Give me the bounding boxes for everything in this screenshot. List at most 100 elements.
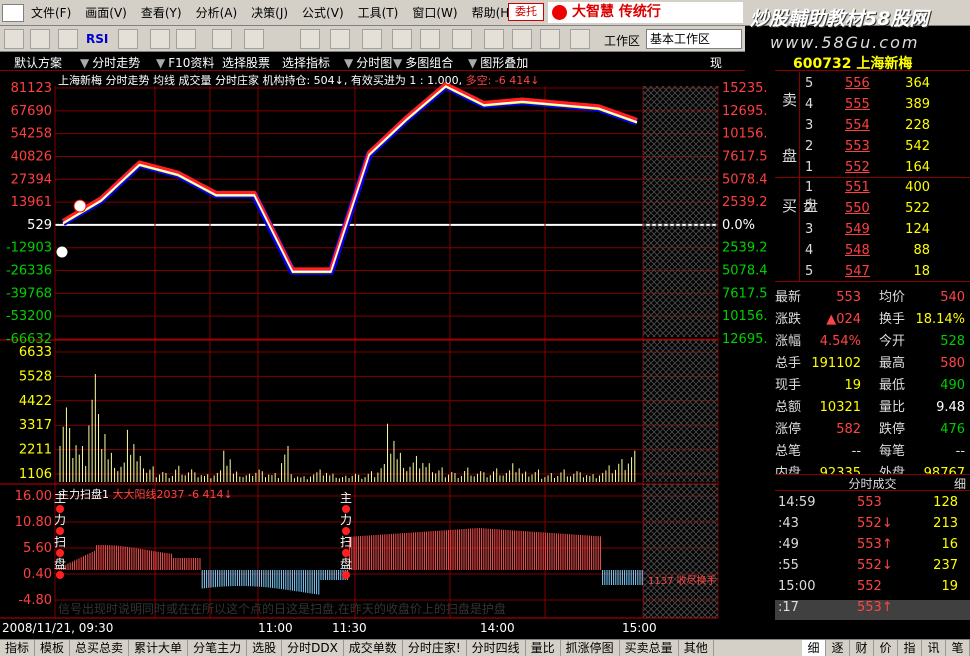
axis-label: 6633 <box>19 345 52 360</box>
arrow-icon[interactable] <box>150 29 170 49</box>
bottom-tab[interactable]: 指标 <box>0 640 36 656</box>
side-tab[interactable]: 讯 <box>922 640 946 656</box>
menu-file[interactable]: 文件(F) <box>24 4 78 21</box>
side-tab[interactable]: 细 <box>802 640 826 656</box>
help-icon[interactable] <box>570 29 590 49</box>
trade-row[interactable]: :17 553↑ <box>775 600 970 620</box>
books-icon[interactable] <box>540 29 560 49</box>
side-tab[interactable]: 财 <box>850 640 874 656</box>
orderbook-row[interactable]: 1 552 164 <box>775 160 970 181</box>
indicator-label: 扫 <box>54 535 66 549</box>
trade-row[interactable]: :49 553↑ 16 <box>775 537 970 557</box>
orderbook-row[interactable]: 3 554 228 <box>775 118 970 139</box>
window-icon[interactable] <box>512 29 532 49</box>
menu-analysis[interactable]: 分析(A) <box>189 4 245 21</box>
trade-row[interactable]: 14:59 553 128 <box>775 495 970 515</box>
volume: 124 <box>905 222 930 237</box>
trade-row[interactable]: :43 552↓ 213 <box>775 516 970 536</box>
smiley-icon <box>73 199 87 213</box>
bottom-tab[interactable]: 总买总卖 <box>70 640 130 656</box>
orderbook-row[interactable]: 2 550 522 <box>775 201 970 222</box>
menu-tools[interactable]: 工具(T) <box>351 4 406 21</box>
level: 3 <box>805 222 814 237</box>
fb-right[interactable]: 现 <box>710 54 722 71</box>
bottom-tab[interactable]: 成交单数 <box>344 640 403 656</box>
fb-scheme[interactable]: 默认方案 <box>14 54 62 71</box>
indicator-icon[interactable] <box>118 29 138 49</box>
bottom-tab[interactable]: 分笔主力 <box>188 640 248 656</box>
intraday-chart[interactable]: 81123 67690 54258 40826 27394 13961 529 -12903 -… <box>0 72 775 639</box>
copy-icon[interactable] <box>484 29 504 49</box>
binoculars-icon[interactable] <box>300 29 320 49</box>
bottom-tab[interactable]: 分时DDX <box>282 640 344 656</box>
toolbar: RSI 工作区 基本工作区 <box>0 26 745 52</box>
flag-icon[interactable] <box>244 29 264 49</box>
axis-label: 10156. <box>722 309 768 324</box>
bottom-tab[interactable]: 累计大单 <box>129 640 189 656</box>
chart-icon[interactable] <box>30 29 50 49</box>
back-icon[interactable] <box>4 29 24 49</box>
orderbook-row[interactable]: 2 553 542 <box>775 139 970 160</box>
side-tab[interactable]: 笔 <box>946 640 970 656</box>
fb-intraday-label: 分时走势 <box>92 56 141 70</box>
fb-chart[interactable]: ▼ 分时图 <box>344 54 392 71</box>
bottom-tab[interactable]: 分时庄家! <box>403 640 467 656</box>
kline-icon[interactable] <box>58 29 78 49</box>
side-tab[interactable]: 逐 <box>826 640 850 656</box>
indicator-dot <box>342 549 350 557</box>
trade-row[interactable]: :55 552↓ 237 <box>775 558 970 578</box>
orderbook-row[interactable]: 4 548 88 <box>775 243 970 264</box>
orderbook-row[interactable]: 5 556 364 <box>775 76 970 97</box>
trade-button[interactable]: 委托 <box>508 3 544 21</box>
dollar-icon[interactable] <box>212 29 232 49</box>
book-icon[interactable] <box>330 29 350 49</box>
menu-decision[interactable]: 决策(J) <box>244 4 295 21</box>
price-axis-left: 81123 67690 54258 40826 27394 13961 529 -12903 -… <box>6 81 52 347</box>
bottom-tab[interactable]: 抓涨停图 <box>561 640 620 656</box>
axis-label: 7617.5 <box>722 149 768 164</box>
fb-f10[interactable]: ▼ F10资料 <box>156 54 214 71</box>
bottom-tab[interactable]: 量比 <box>526 640 561 656</box>
bottom-tab[interactable]: 其他 <box>679 640 714 656</box>
quote-field: 总手 191102 <box>775 352 861 371</box>
diamond-icon[interactable] <box>392 29 412 49</box>
fb-intraday[interactable]: ▼ 分时走势 <box>80 54 140 71</box>
rsi-button[interactable]: RSI <box>86 32 108 46</box>
fb-multi[interactable]: ▼ 多图组合 <box>393 54 453 71</box>
bottom-tab[interactable]: 模板 <box>35 640 71 656</box>
level: 4 <box>805 243 814 258</box>
orderbook-row[interactable]: 4 555 389 <box>775 97 970 118</box>
orderbook-row[interactable]: 5 547 18 <box>775 264 970 285</box>
menu-look[interactable]: 查看(Y) <box>134 4 189 21</box>
price: 549 <box>845 222 870 237</box>
side-tab[interactable]: 价 <box>874 640 898 656</box>
workspace-select[interactable]: 基本工作区 <box>646 29 742 49</box>
menu-window[interactable]: 窗口(W) <box>405 4 464 21</box>
window-minimize-icon[interactable] <box>2 3 24 22</box>
orderbook-row[interactable]: 3 549 124 <box>775 222 970 243</box>
trade-row[interactable]: 15:00 552 19 <box>775 579 970 599</box>
menu-formula[interactable]: 公式(V) <box>295 4 351 21</box>
calc-icon[interactable] <box>452 29 472 49</box>
pen-icon[interactable] <box>176 29 196 49</box>
indicator-dot <box>342 527 350 535</box>
bottom-tab[interactable]: 分时四线 <box>467 640 526 656</box>
trade-price: 552 <box>857 579 882 594</box>
trades-tab[interactable]: 细 <box>954 475 966 492</box>
indicator-label: 盘 <box>340 556 352 571</box>
news-icon[interactable] <box>362 29 382 49</box>
side-tab[interactable]: 指 <box>898 640 922 656</box>
axis-label: 2539.2 <box>722 241 768 256</box>
menu-view[interactable]: 画面(V) <box>78 4 134 21</box>
bottom-tab[interactable]: 选股 <box>247 640 283 656</box>
orderbook-row[interactable]: 1 551 400 <box>775 180 970 201</box>
axis-label: -26336 <box>6 264 52 279</box>
quote-value: 191102 <box>811 356 862 371</box>
alert-icon[interactable] <box>420 29 440 49</box>
fb-select-indicator[interactable]: 选择指标 <box>282 54 330 71</box>
fb-overlay[interactable]: ▼ 图形叠加 <box>468 54 528 71</box>
bottom-tab[interactable]: 买卖总量 <box>620 640 679 656</box>
fb-select-stock[interactable]: 选择股票 <box>222 54 270 71</box>
axis-label: 16.00 <box>15 489 52 504</box>
fb-f10-label: F10资料 <box>168 56 215 70</box>
